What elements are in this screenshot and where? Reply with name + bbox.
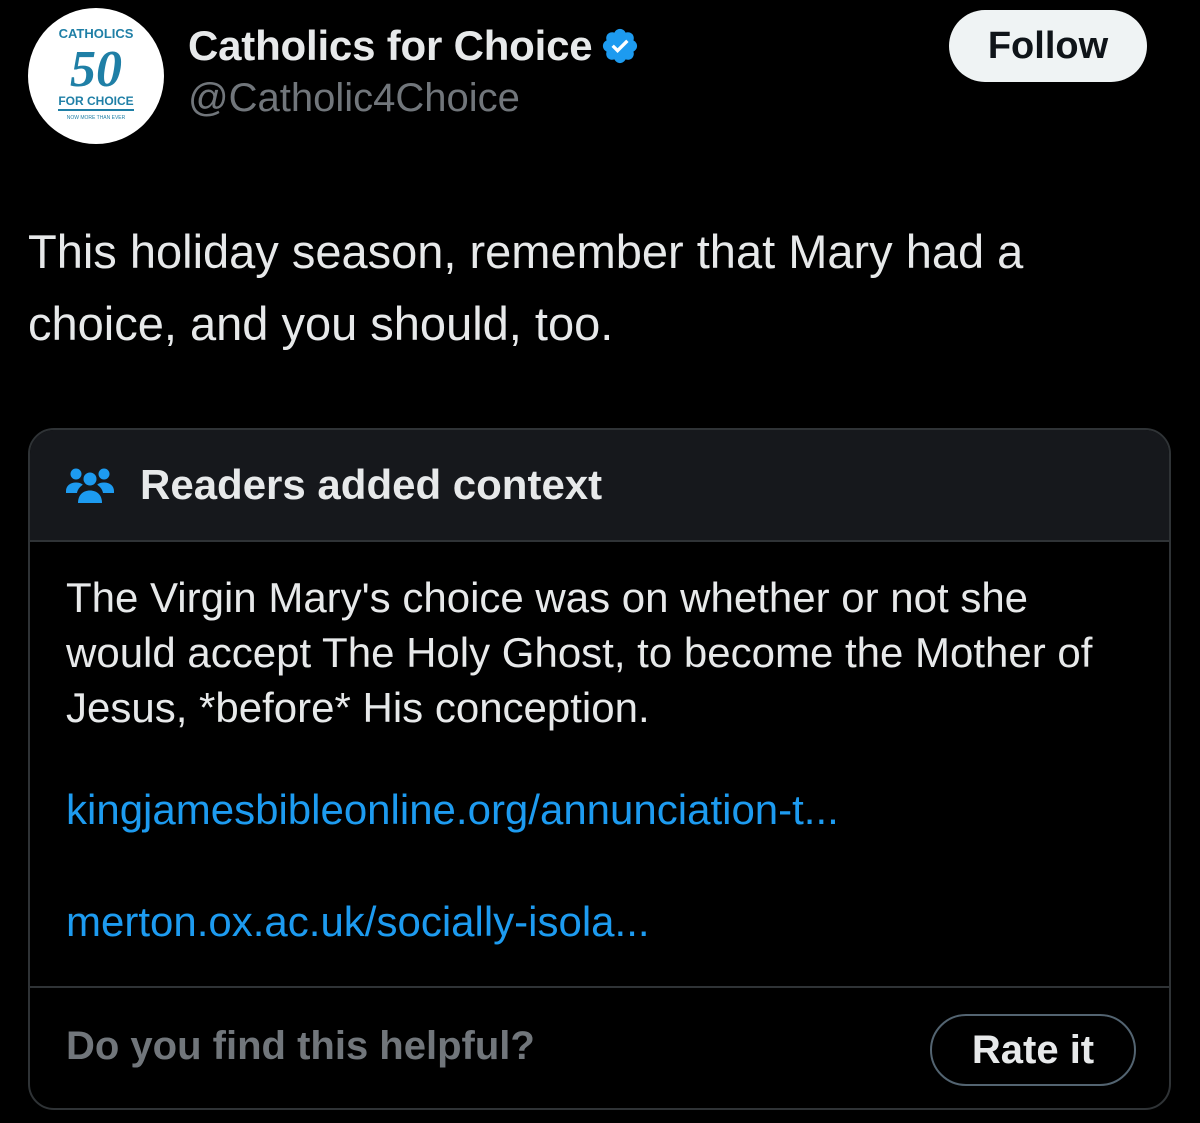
note-source-link[interactable]: kingjamesbibleonline.org/annunciation-t.… bbox=[66, 786, 839, 834]
tweet: CATHOLICS 50 FOR CHOICE NOW MORE THAN EV… bbox=[0, 0, 1200, 1123]
helpful-question: Do you find this helpful? bbox=[66, 1024, 535, 1068]
note-source-link[interactable]: merton.ox.ac.uk/socially-isola... bbox=[66, 898, 650, 946]
follow-button[interactable]: Follow bbox=[949, 10, 1147, 82]
community-note: Readers added context The Virgin Mary's … bbox=[28, 428, 1171, 1110]
avatar[interactable]: CATHOLICS 50 FOR CHOICE NOW MORE THAN EV… bbox=[28, 8, 164, 144]
people-icon bbox=[66, 468, 114, 503]
community-note-header: Readers added context bbox=[30, 430, 1169, 542]
community-note-footer: Do you find this helpful? Rate it bbox=[30, 986, 1169, 1108]
community-note-body: The Virgin Mary's choice was on whether … bbox=[66, 574, 1093, 731]
svg-text:FOR CHOICE: FOR CHOICE bbox=[58, 94, 133, 108]
author-handle[interactable]: @Catholic4Choice bbox=[188, 76, 520, 121]
tweet-text: This holiday season, remember that Mary … bbox=[28, 225, 1024, 350]
svg-text:50: 50 bbox=[70, 41, 122, 98]
catholics-for-choice-logo: CATHOLICS 50 FOR CHOICE NOW MORE THAN EV… bbox=[58, 26, 134, 121]
author-name-row: Catholics for Choice bbox=[188, 18, 640, 74]
svg-text:CATHOLICS: CATHOLICS bbox=[59, 26, 134, 41]
verified-badge-icon bbox=[603, 28, 638, 64]
rate-it-button[interactable]: Rate it bbox=[930, 1014, 1136, 1086]
svg-text:NOW MORE THAN EVER: NOW MORE THAN EVER bbox=[67, 115, 126, 121]
display-name[interactable]: Catholics for Choice bbox=[188, 22, 593, 70]
community-note-title: Readers added context bbox=[140, 461, 603, 508]
